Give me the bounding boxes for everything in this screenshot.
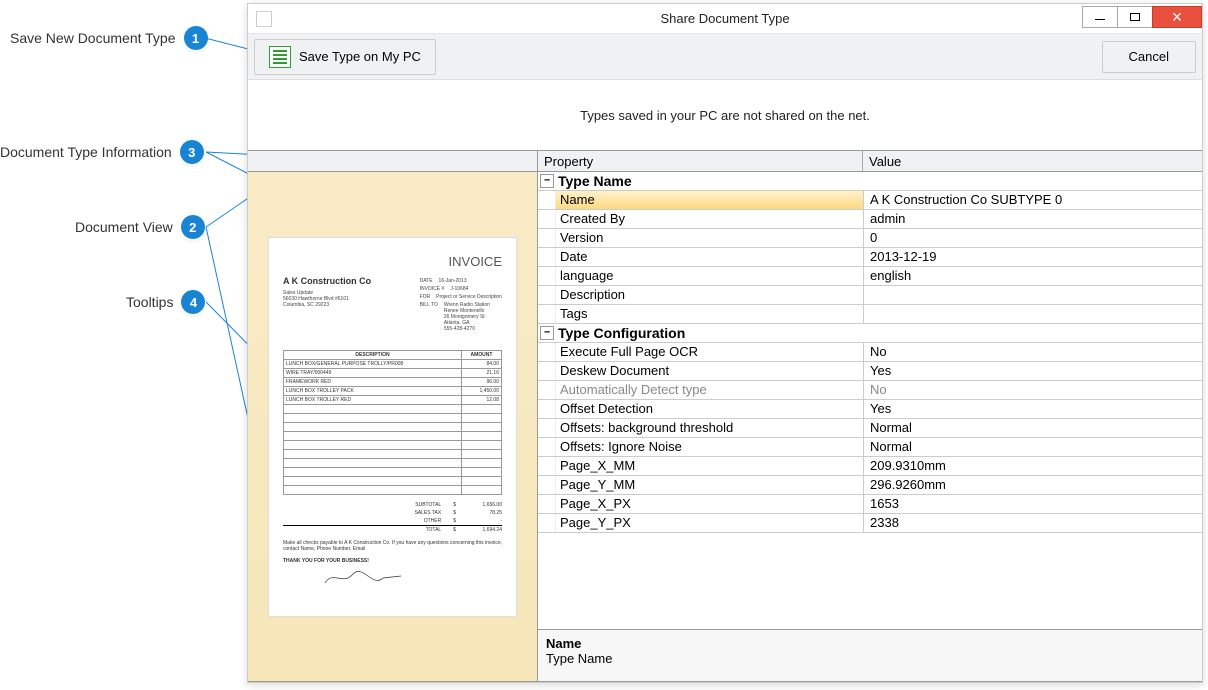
save-type-label: Save Type on My PC (299, 49, 421, 64)
property-row[interactable]: Deskew DocumentYes (538, 362, 1202, 381)
property-value[interactable]: No (863, 381, 1202, 399)
callout-2-badge: 2 (181, 215, 205, 239)
property-row[interactable]: Description (538, 286, 1202, 305)
property-name: Deskew Document (556, 362, 863, 380)
maximize-button[interactable] (1117, 6, 1153, 28)
info-text: Types saved in your PC are not shared on… (248, 80, 1202, 150)
property-name: Automatically Detect type (556, 381, 863, 399)
property-value[interactable]: admin (863, 210, 1202, 228)
document-view-panel: INVOICE A K Construction Co Sales Update… (248, 172, 538, 681)
callout-1-badge: 1 (184, 26, 208, 50)
property-name: Description (556, 286, 863, 304)
property-row[interactable]: languageenglish (538, 267, 1202, 286)
property-value[interactable]: A K Construction Co SUBTYPE 0 (863, 191, 1202, 209)
property-value[interactable]: 1653 (863, 495, 1202, 513)
property-value[interactable]: Yes (863, 362, 1202, 380)
close-button[interactable]: × (1152, 6, 1202, 28)
column-header-property: Property (538, 151, 863, 171)
property-name: Version (556, 229, 863, 247)
property-row[interactable]: Offset DetectionYes (538, 400, 1202, 419)
property-name: Page_Y_PX (556, 514, 863, 532)
property-row[interactable]: NameA K Construction Co SUBTYPE 0 (538, 191, 1202, 210)
doc-line-items: DESCRIPTIONAMOUNT LUNCH BOX/GENERAL PURP… (283, 350, 502, 495)
property-value[interactable]: 0 (863, 229, 1202, 247)
doc-totals: SUBTOTAL$1,656.00SALES TAX$78.25OTHER$-T… (283, 501, 502, 534)
property-row[interactable]: Tags (538, 305, 1202, 324)
collapse-icon[interactable]: − (540, 326, 554, 340)
property-value[interactable]: Normal (863, 438, 1202, 456)
property-name: Tags (556, 305, 863, 323)
property-value[interactable]: 2013-12-19 (863, 248, 1202, 266)
minimize-button[interactable] (1082, 6, 1118, 28)
doc-signature (283, 568, 502, 588)
property-name: Created By (556, 210, 863, 228)
property-row[interactable]: Offsets: background thresholdNormal (538, 419, 1202, 438)
callout-4-label: Tooltips (126, 294, 173, 310)
doc-invoice-title: INVOICE (449, 254, 502, 269)
callout-2-label: Document View (75, 219, 173, 235)
property-value[interactable]: 2338 (863, 514, 1202, 532)
property-name: Offsets: Ignore Noise (556, 438, 863, 456)
property-name: Name (556, 191, 863, 209)
callout-4-badge: 4 (181, 290, 205, 314)
property-row[interactable]: Page_X_MM209.9310mm (538, 457, 1202, 476)
cancel-label: Cancel (1129, 49, 1169, 64)
save-icon (269, 46, 291, 68)
property-row[interactable]: Automatically Detect typeNo (538, 381, 1202, 400)
titlebar: Share Document Type × (248, 4, 1202, 34)
property-name: language (556, 267, 863, 285)
property-row[interactable]: Page_X_PX1653 (538, 495, 1202, 514)
callout-3-badge: 3 (180, 140, 204, 164)
tooltip-panel: Name Type Name (538, 629, 1202, 681)
property-value[interactable] (863, 305, 1202, 323)
property-grid: −Type NameNameA K Construction Co SUBTYP… (538, 172, 1202, 681)
property-row[interactable]: Page_Y_MM296.9260mm (538, 476, 1202, 495)
cancel-button[interactable]: Cancel (1102, 41, 1196, 73)
grid-header: Property Value (248, 150, 1202, 172)
property-value[interactable]: Normal (863, 419, 1202, 437)
property-name: Page_X_MM (556, 457, 863, 475)
property-name: Offsets: background threshold (556, 419, 863, 437)
property-row[interactable]: Page_Y_PX2338 (538, 514, 1202, 533)
callout-1-label: Save New Document Type (10, 30, 176, 46)
app-icon (256, 11, 272, 27)
document-preview: INVOICE A K Construction Co Sales Update… (268, 237, 517, 617)
property-group-header[interactable]: −Type Name (538, 172, 1202, 191)
column-header-value: Value (863, 151, 1202, 171)
property-value[interactable]: Yes (863, 400, 1202, 418)
save-type-button[interactable]: Save Type on My PC (254, 39, 436, 75)
callout-3-label: Document Type Information (0, 144, 172, 160)
property-value[interactable]: 209.9310mm (863, 457, 1202, 475)
property-value[interactable] (863, 286, 1202, 304)
property-value[interactable]: 296.9260mm (863, 476, 1202, 494)
doc-meta: DATE16-Jan-2013 INVOICE #J-10684 FORProj… (420, 278, 502, 334)
property-row[interactable]: Execute Full Page OCRNo (538, 343, 1202, 362)
group-title: Type Configuration (558, 325, 685, 341)
property-row[interactable]: Date2013-12-19 (538, 248, 1202, 267)
callout-labels: Save New Document Type 1 Document Type I… (0, 0, 247, 690)
dialog-window: Share Document Type × Save Type on My PC… (247, 3, 1203, 683)
property-name: Page_X_PX (556, 495, 863, 513)
property-row[interactable]: Offsets: Ignore NoiseNormal (538, 438, 1202, 457)
window-title: Share Document Type (248, 4, 1202, 34)
property-name: Date (556, 248, 863, 266)
doc-thank: THANK YOU FOR YOUR BUSINESS! (283, 558, 369, 564)
property-row[interactable]: Created Byadmin (538, 210, 1202, 229)
property-name: Page_Y_MM (556, 476, 863, 494)
property-name: Execute Full Page OCR (556, 343, 863, 361)
property-group-header[interactable]: −Type Configuration (538, 324, 1202, 343)
property-value[interactable]: No (863, 343, 1202, 361)
property-value[interactable]: english (863, 267, 1202, 285)
toolbar: Save Type on My PC Cancel (248, 34, 1202, 80)
tooltip-title: Name (546, 636, 581, 651)
property-row[interactable]: Version0 (538, 229, 1202, 248)
doc-footnote: Make all checks payable to A K Construct… (283, 540, 502, 552)
collapse-icon[interactable]: − (540, 174, 554, 188)
property-name: Offset Detection (556, 400, 863, 418)
tooltip-text: Type Name (546, 651, 612, 666)
group-title: Type Name (558, 173, 632, 189)
